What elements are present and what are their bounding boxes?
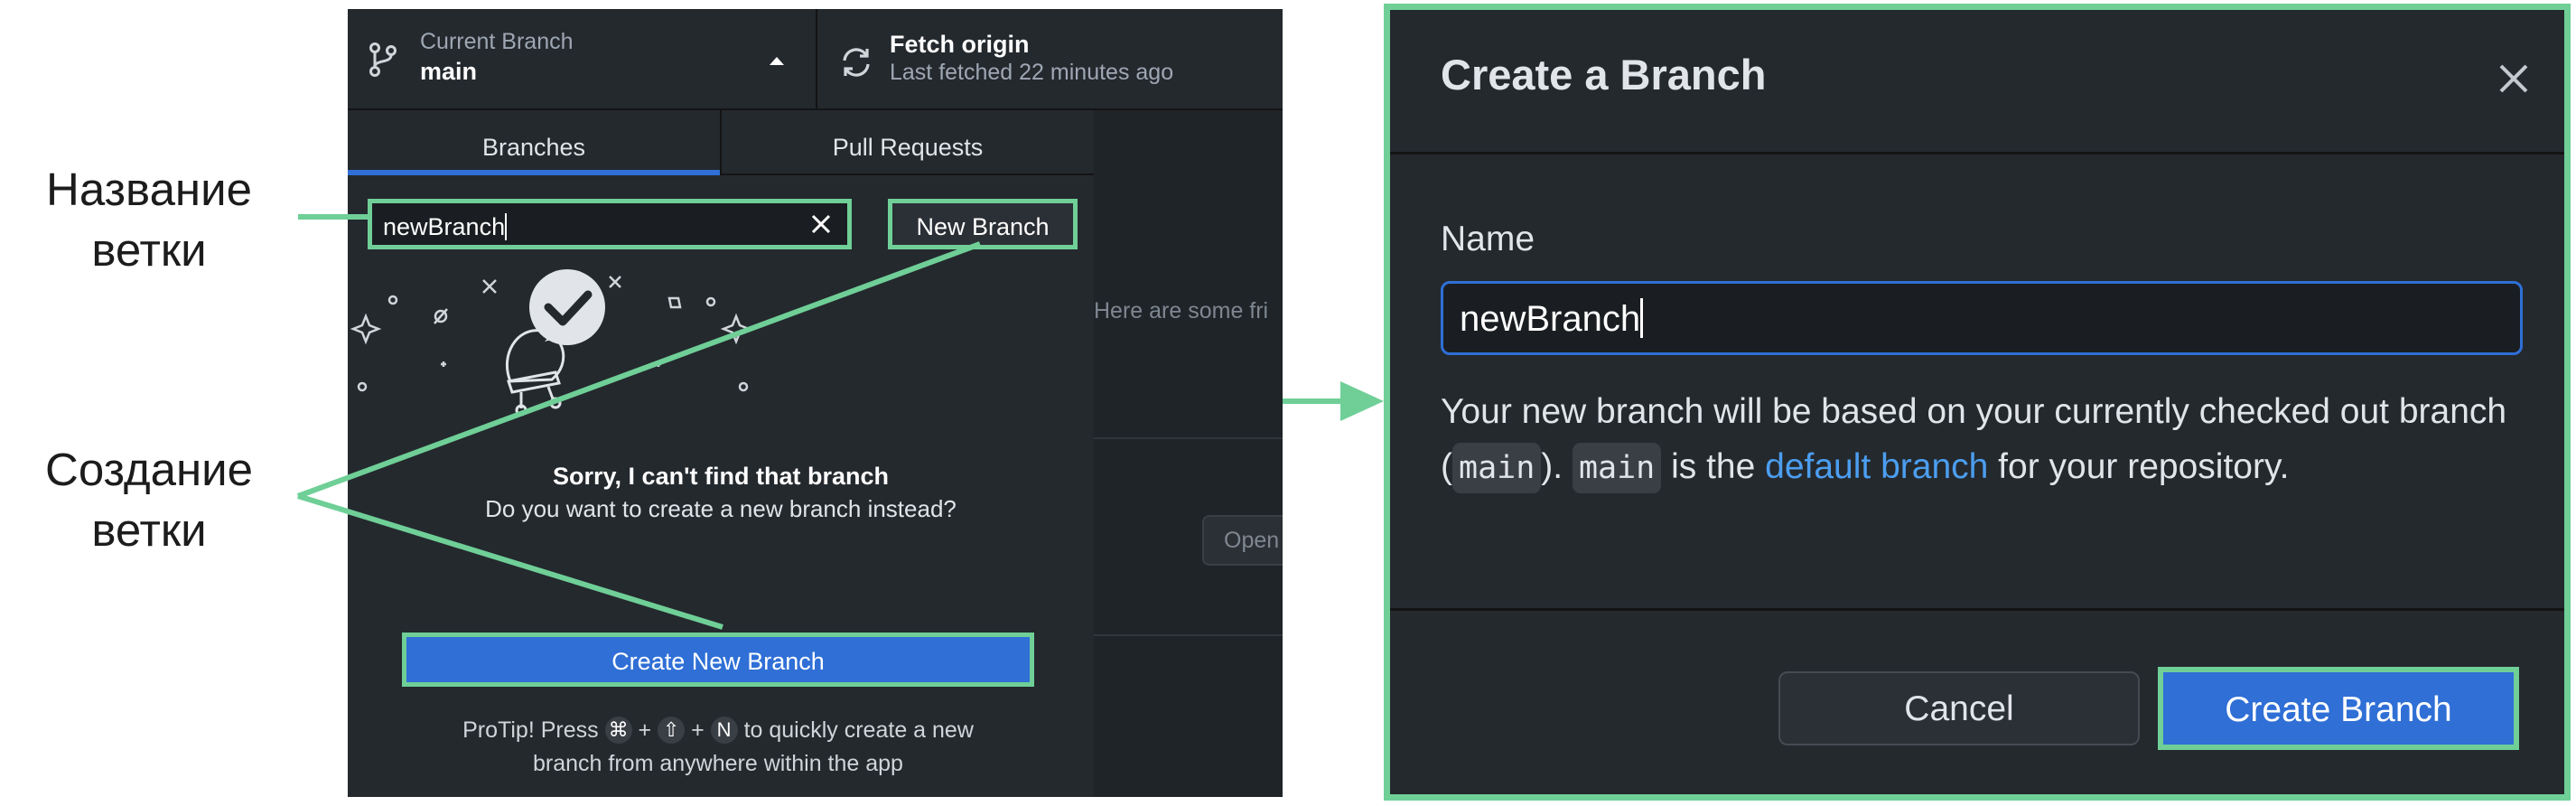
tab-branches[interactable]: Branches [348,110,720,175]
close-icon[interactable] [2496,61,2532,97]
toolbar: Current Branch main Fetch origin Last fe… [348,9,1283,110]
annotation-line: Создание [44,444,254,495]
annotation-line: Название [46,164,252,215]
protip-text: ProTip! Press ⌘ + ⇧ + N to quickly creat… [402,714,1034,781]
current-branch-caption: Current Branch [420,29,574,54]
branch-code-chip: main [1452,443,1542,493]
branch-filter-value: newBranch [383,213,506,240]
empty-state-subtitle: Do you want to create a new branch inste… [485,495,957,522]
background-content: Here are some fri Open [1094,110,1283,797]
checkmark-bubble-icon [529,269,605,345]
branch-list-window: Current Branch main Fetch origin Last fe… [348,9,1283,797]
create-branch-dialog: Create a Branch Name newBranch Your new … [1384,4,2571,801]
caret-up-icon [768,54,786,67]
dialog-title: Create a Branch [1441,51,1767,98]
branch-filter-input[interactable]: newBranch [368,199,852,249]
divider [1094,437,1283,439]
tab-bar: Branches Pull Requests [348,110,1094,175]
plus-sign: + [691,717,705,743]
divider [1094,634,1283,636]
annotation-branch-name: Название ветки [0,159,298,280]
fetch-origin-button[interactable]: Fetch origin Last fetched 22 minutes ago [817,9,1283,110]
empty-state-illustration [348,264,1094,643]
dialog-description: Your new branch will be based on your cu… [1441,384,2525,494]
create-new-branch-button[interactable]: Create New Branch [402,633,1034,687]
git-branch-icon [368,42,398,78]
command-key: ⌘ [604,717,632,744]
protip-prefix: ProTip! Press [462,717,599,743]
annotation-line: ветки [91,504,207,556]
text-caret [505,213,508,240]
branch-code-chip: main [1572,443,1662,493]
empty-state-title: Sorry, I can't find that branch [553,463,889,490]
current-branch-name: main [420,58,478,85]
desc-text: ). [1541,447,1573,486]
create-branch-button[interactable]: Create Branch [2158,667,2519,750]
tab-pull-requests[interactable]: Pull Requests [720,110,1094,175]
n-key: N [710,717,738,744]
sync-icon [839,45,873,80]
branch-name-input[interactable]: newBranch [1441,281,2523,355]
close-icon[interactable] [807,211,835,238]
arrow-right-icon [1340,381,1384,421]
protip-line2: branch from anywhere within the app [533,751,903,776]
text-caret [1640,298,1644,338]
open-button[interactable]: Open [1202,515,1283,566]
background-hint-text: Here are some fri [1094,298,1269,323]
branch-list-panel: Branches Pull Requests newBranch New Bra… [348,110,1094,797]
desc-text: is the [1661,447,1766,486]
protip-suffix: to quickly create a new [743,717,974,743]
annotation-line: ветки [91,224,207,276]
desc-text: for your repository. [1988,447,2290,486]
default-branch-link[interactable]: default branch [1765,447,1988,486]
annotation-branch-create: Создание ветки [0,439,298,560]
plus-sign: + [638,717,652,743]
fetch-origin-subtitle: Last fetched 22 minutes ago [890,60,1174,85]
shift-key: ⇧ [658,717,686,744]
dialog-footer-divider [1390,608,2564,611]
cancel-button[interactable]: Cancel [1778,671,2140,745]
current-branch-button[interactable]: Current Branch main [348,9,817,110]
branch-name-value: newBranch [1460,299,1641,339]
new-branch-button[interactable]: New Branch [888,199,1078,249]
fetch-origin-title: Fetch origin [890,31,1030,58]
name-field-label: Name [1441,220,1535,258]
dialog-header: Create a Branch [1390,10,2564,155]
